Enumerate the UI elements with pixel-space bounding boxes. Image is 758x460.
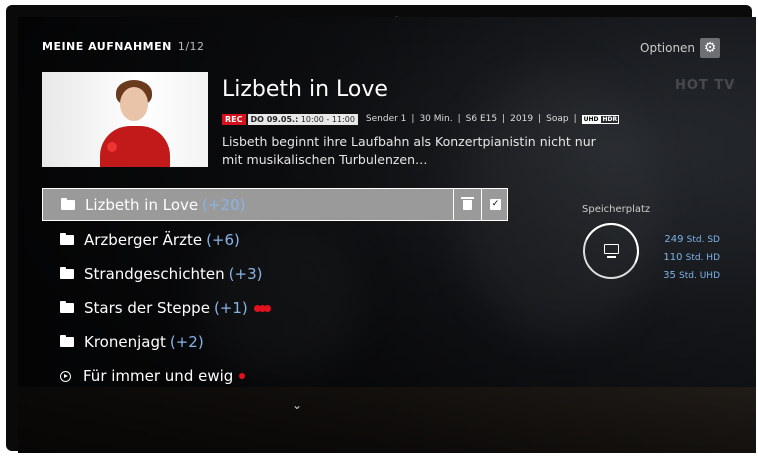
separator: | [457, 114, 461, 124]
hdr-badge: HDR [600, 114, 620, 124]
separator: | [538, 114, 542, 124]
checkbox-icon: ✓ [490, 199, 501, 210]
list-item-count: (+3) [228, 265, 263, 283]
list-item[interactable]: Für immer und ewig [42, 359, 512, 393]
folder-icon [60, 267, 74, 279]
list-item-count: (+2) [169, 333, 204, 351]
page-title: MEINE AUFNAHMEN 1/12 [42, 40, 205, 53]
list-item-label: Lizbeth in Love [85, 195, 199, 214]
time-text: 10:00 - 11:00 [298, 114, 355, 124]
chevron-down-icon[interactable]: ⌄ [292, 398, 302, 412]
list-item-label: Arzberger Ärzte [84, 231, 203, 249]
list-item[interactable]: Kronenjagt (+2) [42, 325, 512, 359]
storage-uhd-value: 35 [663, 270, 676, 281]
select-button[interactable]: ✓ [481, 189, 509, 220]
thumbnail-face [120, 87, 148, 121]
storage-sd: 249 Std. SD [640, 234, 720, 245]
list-item-selected[interactable]: Lizbeth in Love (+20) ✓ [42, 188, 508, 221]
list-item[interactable]: Arzberger Ärzte (+6) [42, 223, 512, 257]
trash-icon [461, 196, 474, 210]
storage-hd: 110 Std. HD [640, 252, 720, 263]
recording-description: Lisbeth beginnt ihre Laufbahn als Konzer… [222, 134, 596, 167]
date-time-badge: DO 09.05.: 10:00 - 11:00 [247, 113, 358, 125]
folder-icon [60, 335, 74, 347]
storage-uhd-unit: Std. UHD [679, 271, 720, 281]
episode: S6 E15 [465, 114, 498, 124]
storage-uhd: 35 Std. UHD [640, 270, 720, 281]
storage-sd-value: 249 [664, 234, 684, 245]
recording-meta: REC DO 09.05.: 10:00 - 11:00 Sender 1 | … [222, 112, 620, 126]
thumbnail-rose [107, 142, 117, 152]
channel-name: Sender 1 [365, 114, 407, 124]
gear-icon[interactable]: ⚙ [700, 38, 720, 58]
storage-sd-unit: Std. SD [686, 235, 720, 245]
recordings-list: Lizbeth in Love (+20) ✓ Arzberger Ärzte … [42, 188, 512, 393]
rec-badge: REC [222, 113, 246, 125]
year: 2019 [510, 114, 534, 124]
monitor-icon [604, 244, 619, 254]
list-item-label: Kronenjagt [84, 333, 166, 351]
monitor-stand [607, 256, 616, 258]
folder-icon [61, 197, 75, 210]
duration: 30 Min. [419, 114, 453, 124]
list-item[interactable]: Stars der Steppe (+1) [42, 291, 512, 325]
recording-title: Lizbeth in Love [222, 77, 388, 102]
recording-multi-icon [253, 304, 271, 312]
uhd-badge: UHD [581, 114, 601, 124]
date-text: DO 09.05.: [250, 114, 299, 124]
separator: | [411, 114, 415, 124]
page-title-text: MEINE AUFNAHMEN [42, 40, 172, 53]
separator: | [502, 114, 506, 124]
recording-thumbnail [42, 72, 208, 167]
storage-label: Speicherplatz [582, 204, 651, 215]
folder-icon [60, 301, 74, 313]
list-item-count: (+20) [202, 195, 246, 214]
options-label[interactable]: Optionen [640, 41, 695, 55]
list-item-label: Strandgeschichten [84, 265, 225, 283]
storage-hd-value: 110 [663, 252, 683, 263]
list-item[interactable]: Strandgeschichten (+3) [42, 257, 512, 291]
list-item-label: Für immer und ewig [83, 367, 234, 385]
list-item-label: Stars der Steppe [84, 299, 210, 317]
play-icon [60, 370, 71, 382]
genre: Soap [546, 114, 569, 124]
list-item-count: (+1) [213, 299, 248, 317]
channel-logo: HOT TV [675, 78, 736, 93]
folder-icon [60, 233, 74, 245]
recording-icon [239, 373, 246, 379]
separator: | [573, 114, 577, 124]
storage-hd-unit: Std. HD [685, 253, 720, 263]
list-item-count: (+6) [206, 231, 240, 249]
recording-counter: 1/12 [177, 40, 205, 53]
delete-button[interactable] [453, 189, 481, 220]
